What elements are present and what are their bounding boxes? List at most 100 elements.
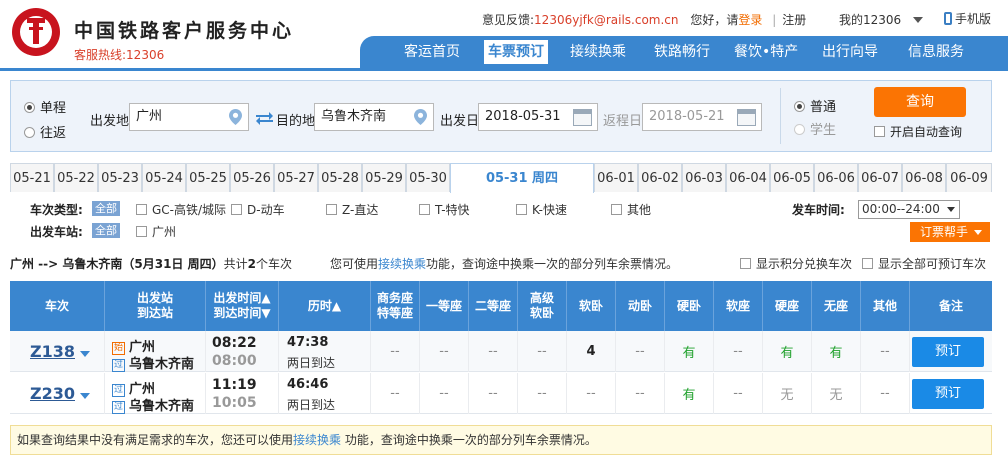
date-tab[interactable]: 05-29 — [362, 163, 406, 192]
date-tab[interactable]: 06-06 — [814, 163, 858, 192]
nav-home[interactable]: 客运首页 — [404, 36, 460, 68]
login-link[interactable]: 登录 — [738, 11, 762, 28]
calendar-icon[interactable] — [737, 109, 756, 126]
filter-gc[interactable]: GC-高铁/城际 — [136, 201, 226, 218]
feedback-email-link[interactable]: 12306yjfk@rails.com.cn — [534, 13, 678, 27]
checkbox-icon — [136, 204, 147, 215]
seat-no-seat: 有 — [812, 331, 861, 372]
expand-stops-icon[interactable] — [80, 393, 90, 399]
ticket-normal-radio[interactable]: 普通 — [794, 96, 836, 115]
radio-icon — [794, 101, 805, 112]
date-tab[interactable]: 05-28 — [318, 163, 362, 192]
railway-logo-icon — [27, 18, 45, 44]
transfer-link[interactable]: 接续换乘 — [378, 257, 426, 271]
pass-badge: 过 — [112, 359, 125, 372]
trip-one-way-radio[interactable]: 单程 — [24, 97, 66, 116]
col-duration[interactable]: 历时▲ — [279, 281, 371, 331]
depart-time-select[interactable]: 00:00--24:00 — [858, 200, 960, 219]
to-station-input[interactable]: 乌鲁木齐南 — [314, 103, 434, 131]
col-stations: 出发站 到达站 — [105, 281, 206, 331]
train-type-all-button[interactable]: 全部 — [92, 201, 120, 216]
checkbox-icon — [740, 258, 751, 269]
date-tab[interactable]: 06-08 — [902, 163, 946, 192]
depart-date-input[interactable]: 2018-05-31 — [478, 103, 598, 131]
col-emu-sleeper-label: 动卧 — [627, 298, 652, 313]
trip-round-label: 往返 — [40, 126, 67, 141]
filter-other[interactable]: 其他 — [611, 201, 651, 218]
booking-helper-button[interactable]: 订票帮手 — [910, 222, 990, 242]
date-tab-active[interactable]: 05-31 周四 — [450, 163, 594, 193]
date-tab[interactable]: 05-24 — [142, 163, 186, 192]
col-train[interactable]: 车次 — [10, 281, 105, 331]
filter-k[interactable]: K-快速 — [516, 201, 567, 218]
date-tab[interactable]: 05-21 — [10, 163, 54, 192]
ticket-student-radio[interactable]: 学生 — [794, 119, 836, 138]
my-account-menu[interactable]: 我的12306 — [839, 11, 924, 28]
checkbox-icon — [136, 226, 147, 237]
duration-note: 两日到达 — [287, 398, 336, 412]
to-station[interactable]: 过乌鲁木齐南 — [112, 353, 194, 372]
filter-station-guangzhou[interactable]: 广州 — [136, 223, 176, 240]
location-pin-icon — [414, 109, 427, 125]
date-tab[interactable]: 06-09 — [946, 163, 992, 192]
date-tab[interactable]: 06-04 — [726, 163, 770, 192]
trip-round-radio[interactable]: 往返 — [24, 122, 66, 141]
station-all-button[interactable]: 全部 — [92, 223, 120, 238]
summary-route: 广州 --> 乌鲁木齐南 — [10, 257, 123, 271]
hint-suffix: 功能，查询途中换乘一次的部分列车余票情况。 — [426, 257, 679, 271]
return-date-input[interactable]: 2018-05-21 — [642, 103, 762, 131]
seat-other: -- — [861, 373, 910, 414]
register-link[interactable]: 注册 — [782, 11, 806, 28]
date-tab[interactable]: 05-30 — [406, 163, 450, 192]
mobile-label: 手机版 — [955, 12, 992, 26]
mobile-link[interactable]: 手机版 — [944, 10, 991, 27]
date-tab[interactable]: 05-23 — [98, 163, 142, 192]
book-button[interactable]: 预订 — [912, 379, 984, 409]
arrive-time: 10:05 — [212, 395, 257, 411]
filter-t[interactable]: T-特快 — [419, 201, 470, 218]
show-points-checkbox[interactable]: 显示积分兑换车次 — [740, 255, 852, 272]
duration: 47:38 — [287, 335, 329, 350]
return-label: 返程日 — [603, 114, 643, 129]
date-tab[interactable]: 05-27 — [274, 163, 318, 192]
query-button[interactable]: 查询 — [874, 87, 966, 117]
nav-dining[interactable]: 餐饮•特产 — [734, 36, 798, 68]
nav-ticket-booking[interactable]: 车票预订 — [484, 40, 548, 64]
col-other-label: 其他 — [872, 298, 897, 313]
filter-gc-label: GC-高铁/城际 — [152, 203, 227, 217]
nav-transfer[interactable]: 接续换乘 — [570, 36, 626, 68]
swap-stations-icon[interactable] — [256, 111, 273, 125]
seat-no-seat: 无 — [812, 373, 861, 414]
train-number-link[interactable]: Z230 — [30, 384, 75, 403]
filter-d[interactable]: D-动车 — [231, 201, 285, 218]
depart-label: 出发日 — [440, 114, 480, 129]
book-button[interactable]: 预订 — [912, 337, 984, 367]
date-tab[interactable]: 05-25 — [186, 163, 230, 192]
from-station-input[interactable]: 广州 — [129, 103, 249, 131]
to-station[interactable]: 过乌鲁木齐南 — [112, 395, 194, 414]
seat-soft-sleeper: -- — [567, 373, 616, 414]
depart-time-value: 00:00--24:00 — [862, 202, 940, 216]
nav-info-service[interactable]: 信息服务 — [908, 36, 964, 68]
date-tab[interactable]: 06-07 — [858, 163, 902, 192]
booking-helper-label: 订票帮手 — [920, 225, 969, 239]
date-tab[interactable]: 06-02 — [638, 163, 682, 192]
col-first: 一等座 — [420, 281, 469, 331]
date-tab[interactable]: 05-26 — [230, 163, 274, 192]
nav-travel-guide[interactable]: 出行向导 — [822, 36, 878, 68]
expand-stops-icon[interactable] — [80, 351, 90, 357]
date-tab[interactable]: 06-01 — [594, 163, 638, 192]
calendar-icon[interactable] — [573, 109, 592, 126]
date-tab[interactable]: 06-05 — [770, 163, 814, 192]
col-times[interactable]: 出发时间▲ 到达时间▼ — [206, 281, 279, 331]
notice-transfer-link[interactable]: 接续换乘 — [293, 433, 341, 447]
filter-z[interactable]: Z-直达 — [326, 201, 378, 218]
auto-query-checkbox[interactable]: 开启自动查询 — [874, 123, 962, 140]
main-nav: 客运首页 车票预订 接续换乘 铁路畅行 餐饮•特产 出行向导 信息服务 — [360, 36, 1008, 68]
train-number-link[interactable]: Z138 — [30, 342, 75, 361]
show-all-checkbox[interactable]: 显示全部可预订车次 — [862, 255, 986, 272]
nav-railway-pass[interactable]: 铁路畅行 — [654, 36, 710, 68]
date-tab[interactable]: 06-03 — [682, 163, 726, 192]
seat-hard-sleeper: 有 — [665, 331, 714, 372]
date-tab[interactable]: 05-22 — [54, 163, 98, 192]
